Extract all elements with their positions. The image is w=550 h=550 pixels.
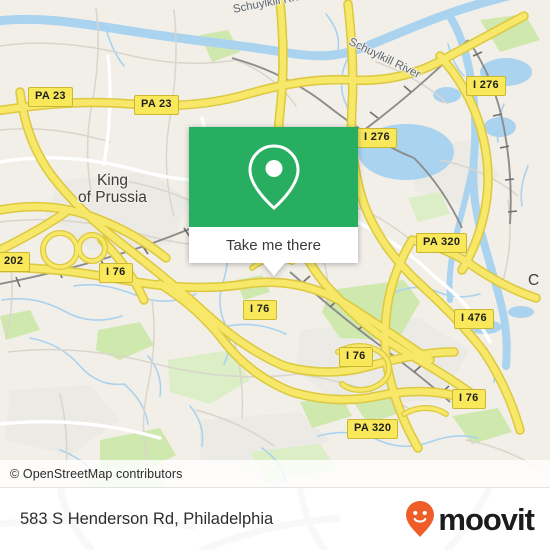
road-shield: I 76 [99, 263, 133, 283]
address-label: 583 S Henderson Rd, Philadelphia [20, 509, 274, 528]
city-label-line2: of Prussia [78, 189, 147, 206]
road-shield: I 276 [357, 128, 397, 148]
map-attribution: © OpenStreetMap contributors [0, 460, 550, 487]
road-shield: PA 23 [28, 87, 73, 107]
road-shield: S 202 [0, 252, 31, 272]
moovit-wordmark: moovit [438, 501, 535, 537]
moovit-logo[interactable]: moovit [405, 500, 535, 538]
callout-tail [263, 263, 285, 276]
road-shield: I 276 [466, 76, 506, 96]
road-shield: I 76 [452, 389, 486, 409]
take-me-there-label: Take me there [225, 236, 322, 254]
take-me-there-callout[interactable]: Take me there [189, 127, 358, 276]
road-shield: I 76 [339, 347, 373, 367]
map-pin-icon [247, 144, 300, 211]
road-shield: PA 23 [134, 95, 179, 115]
moovit-smiley-pin-icon [406, 501, 435, 537]
edge-place-label: C [528, 272, 540, 289]
city-label-line1: King [96, 172, 128, 189]
city-label-king-of-prussia: King of Prussia [78, 172, 147, 206]
road-shield: PA 320 [416, 233, 468, 253]
road-shield: I 476 [454, 309, 494, 329]
callout-icon-area [189, 127, 358, 227]
callout-action-area[interactable]: Take me there [189, 227, 358, 263]
road-shield: I 76 [243, 300, 277, 320]
footer-bar: 583 S Henderson Rd, Philadelphia moovit [0, 487, 550, 550]
road-shield: PA 320 [347, 419, 399, 439]
attribution-text: © OpenStreetMap contributors [10, 466, 183, 481]
map-screenshot: PA 23 PA 23 I 276 I 276 S 202 I 76 PA 32… [0, 0, 550, 550]
